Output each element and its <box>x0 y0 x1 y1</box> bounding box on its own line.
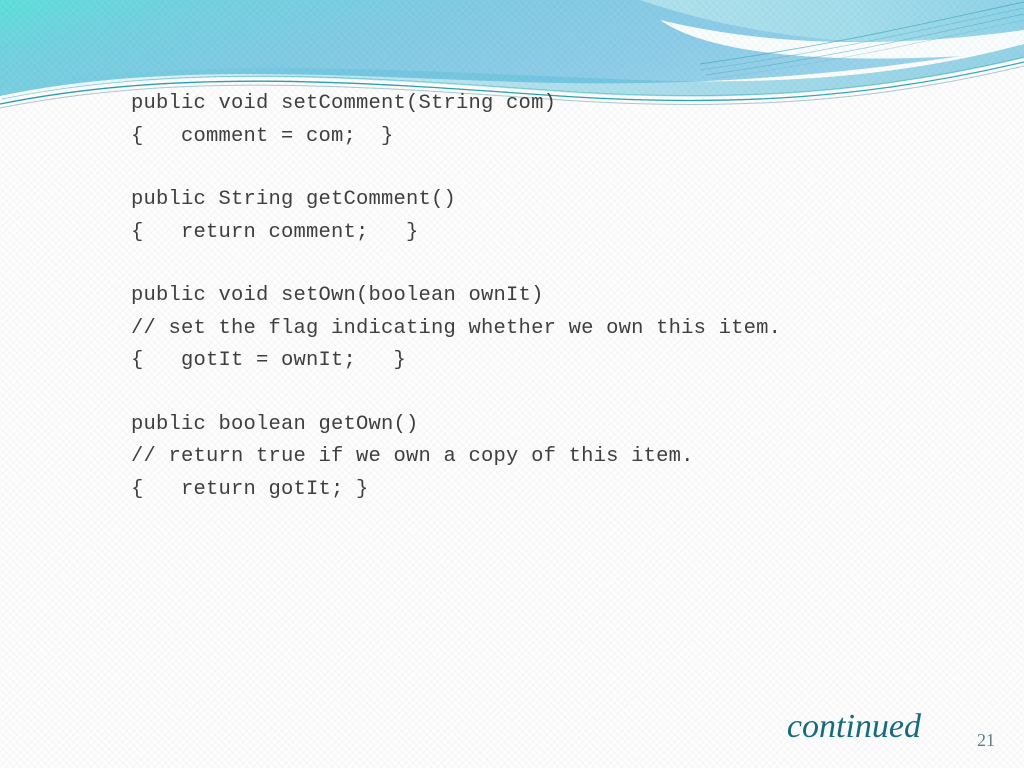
code-content-area: public void setComment(String com) { com… <box>131 88 991 537</box>
code-comment-line: // return true if we own a copy of this … <box>131 445 694 468</box>
code-line: public boolean getOwn() <box>131 412 419 436</box>
code-line: { comment = com; } <box>131 124 394 148</box>
slide-page-number: 21 <box>977 730 995 750</box>
code-line: { return comment; } <box>131 220 419 244</box>
code-comment-line: // set the flag indicating whether we ow… <box>131 316 782 340</box>
continued-label: continued <box>786 708 921 745</box>
code-line: public void setComment(String com) <box>131 92 557 115</box>
code-line: { gotIt = ownIt; } <box>131 349 407 372</box>
code-block-set-own: public void setOwn(boolean ownIt) // set… <box>131 280 991 378</box>
code-block-set-comment: public void setComment(String com) { com… <box>131 88 991 153</box>
code-block-get-own: public boolean getOwn() // return true i… <box>131 409 991 507</box>
code-line: public void setOwn(boolean ownIt) <box>131 284 544 307</box>
code-line: { return gotIt; } <box>131 477 369 501</box>
slide-canvas: public void setComment(String com) { com… <box>0 0 1024 768</box>
code-line: public String getComment() <box>131 188 457 211</box>
code-block-get-comment: public String getComment() { return comm… <box>131 184 991 249</box>
